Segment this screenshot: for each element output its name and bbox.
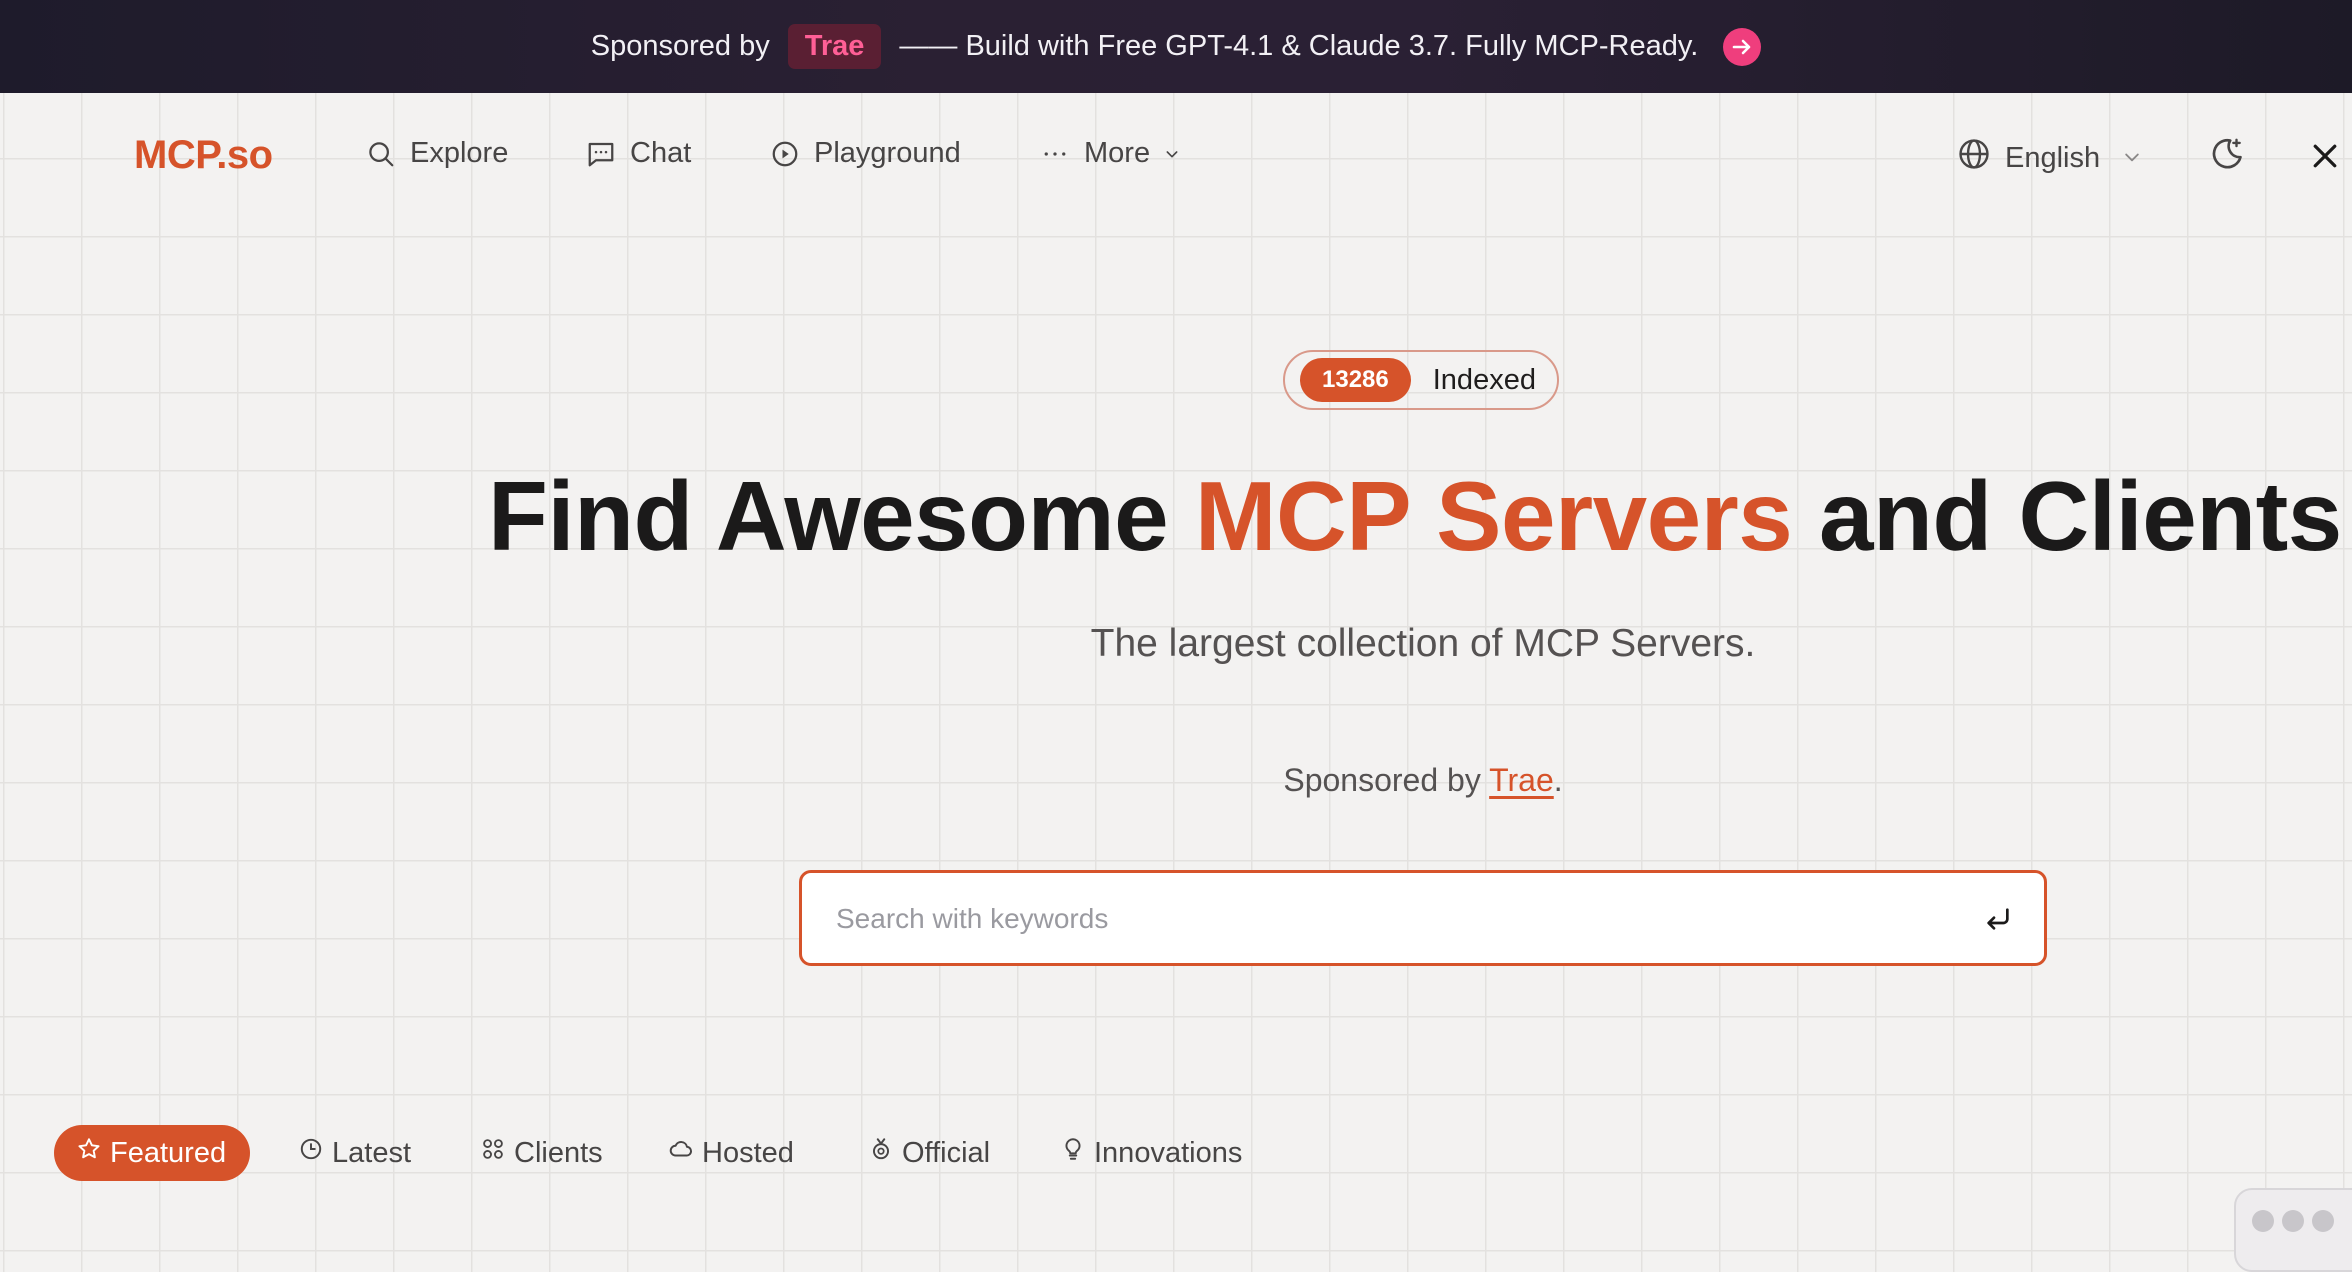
play-circle-icon [770,139,800,169]
nav-item-label: Playground [814,137,961,169]
sponsor-line: Sponsored by Trae. [0,762,2352,799]
sponsor-banner[interactable]: Sponsored by Trae —— Build with Free GPT… [0,0,2352,93]
clock-icon [298,1136,324,1170]
language-selector[interactable]: English [1957,137,2142,179]
tab-hosted[interactable]: Hosted [668,1125,794,1181]
tab-latest[interactable]: Latest [298,1125,411,1181]
nav-item-label: Explore [410,137,509,169]
tab-featured[interactable]: Featured [54,1125,251,1181]
window-dot-icon [2282,1210,2304,1232]
badge-icon [868,1136,894,1170]
title-part-2: and Clients [1819,461,2342,571]
nav-item-chat[interactable]: Chat [586,137,691,170]
indexed-count: 13286 [1300,358,1411,402]
nav-item-playground[interactable]: Playground [770,137,961,170]
window-dot-icon [2312,1210,2334,1232]
tab-innovations[interactable]: Innovations [1060,1125,1242,1181]
top-nav: MCP.so Explore Chat Playground More Engl… [0,93,2352,223]
search-input[interactable] [834,873,1938,965]
enter-icon[interactable] [1982,903,2014,940]
search-box [799,870,2047,966]
tab-label: Featured [110,1136,227,1169]
sponsor-suffix: . [1553,762,1563,798]
title-accent: MCP Servers [1194,461,1793,571]
chat-icon [586,139,616,169]
page-title: Find Awesome MCP Servers and Clients [488,460,2342,573]
x-logo-icon[interactable] [2312,143,2338,174]
language-label: English [2005,141,2101,174]
ellipsis-icon [1040,139,1070,169]
tab-label: Official [902,1136,991,1169]
tab-label: Hosted [702,1136,794,1169]
tab-clients[interactable]: Clients [480,1125,603,1181]
tab-label: Clients [514,1136,603,1169]
indexed-label: Indexed [1432,363,1536,396]
floating-window-controls[interactable] [2234,1188,2352,1272]
page-subtitle: The largest collection of MCP Servers. [1090,622,1756,665]
title-part-1: Find Awesome [488,461,1169,571]
logo[interactable]: MCP.so [134,133,273,178]
chevron-down-icon [1164,146,1180,162]
nav-item-more[interactable]: More [1040,137,1180,170]
sponsor-prefix: Sponsored by [1283,762,1481,798]
chevron-down-icon [2122,142,2142,175]
nav-item-explore[interactable]: Explore [366,137,508,170]
tab-official[interactable]: Official [868,1125,990,1181]
grid-icon [480,1136,506,1170]
star-icon [76,1136,102,1170]
tab-label: Innovations [1094,1136,1243,1169]
nav-item-label: More [1084,137,1151,169]
banner-sponsored-by: Sponsored by [590,30,770,62]
cloud-icon [668,1136,694,1170]
globe-icon [1957,137,1991,179]
indexed-count-badge: 13286 Indexed [1283,350,1559,410]
banner-message: —— Build with Free GPT-4.1 & Claude 3.7.… [899,30,1699,62]
nav-item-label: Chat [630,137,692,169]
window-dot-icon [2252,1210,2274,1232]
sponsor-link[interactable]: Trae [1489,762,1554,798]
moon-icon[interactable] [2208,135,2246,178]
tab-label: Latest [332,1136,411,1169]
banner-brand-chip[interactable]: Trae [787,24,882,69]
lightbulb-icon [1060,1136,1086,1170]
arrow-right-icon[interactable] [1723,27,1762,66]
search-icon [366,139,396,169]
